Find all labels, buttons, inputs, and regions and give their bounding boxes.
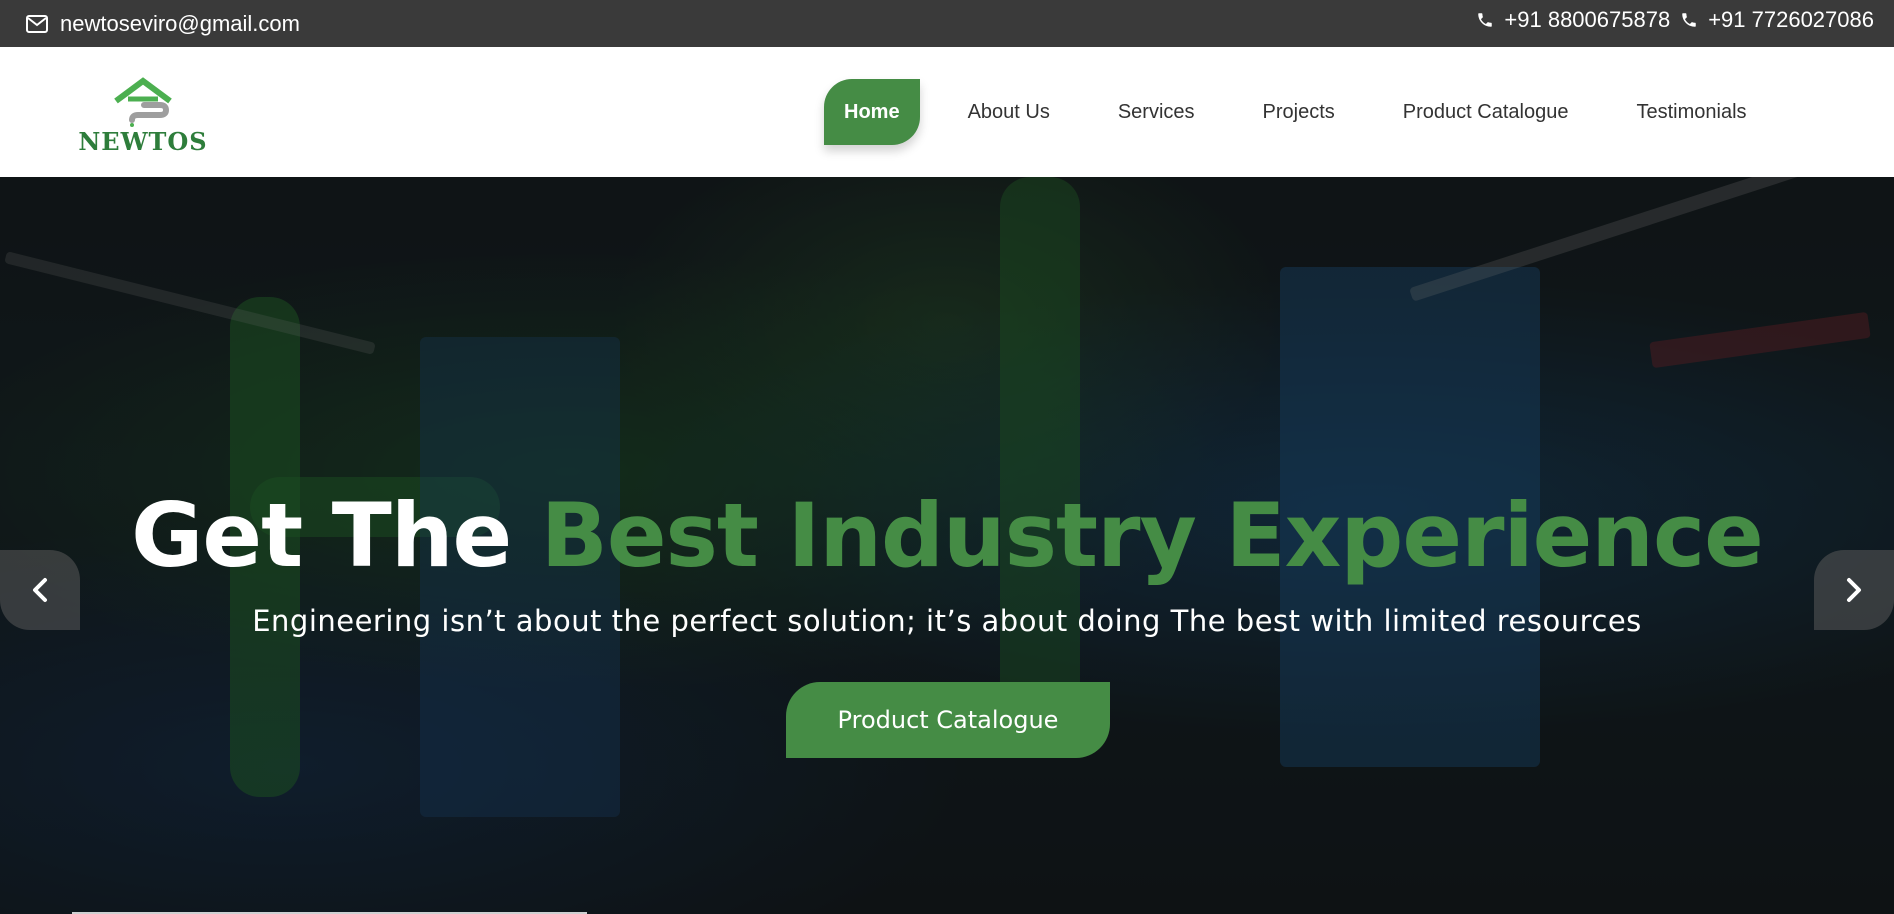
hero-title-green: Best Industry Experience bbox=[540, 484, 1764, 587]
phone-contact-2[interactable]: +91 7726027086 bbox=[1680, 7, 1874, 33]
nav-item-testimonials[interactable]: Testimonials bbox=[1602, 79, 1780, 145]
top-contact-bar: newtoseviro@gmail.com +91 8800675878 +91… bbox=[0, 0, 1894, 47]
email-text: newtoseviro@gmail.com bbox=[60, 10, 300, 36]
chevron-left-icon bbox=[30, 577, 50, 603]
main-navbar: NEWTOS Home About Us Services Projects P… bbox=[0, 47, 1894, 177]
phone-icon bbox=[1680, 11, 1698, 29]
nav-item-about-us[interactable]: About Us bbox=[934, 79, 1084, 145]
phone-text-2: +91 7726027086 bbox=[1708, 7, 1874, 32]
hero-title-white: Get The bbox=[131, 484, 541, 587]
nav-item-services[interactable]: Services bbox=[1084, 79, 1229, 145]
site-logo[interactable]: NEWTOS bbox=[78, 77, 208, 157]
email-contact[interactable]: newtoseviro@gmail.com bbox=[26, 0, 300, 47]
envelope-icon bbox=[26, 14, 48, 33]
hero-slider: Get The Best Industry Experience Enginee… bbox=[0, 177, 1894, 914]
phone-text-1: +91 8800675878 bbox=[1504, 7, 1671, 32]
chevron-right-icon bbox=[1844, 577, 1864, 603]
slider-prev-button[interactable] bbox=[0, 550, 80, 630]
logo-house-icon bbox=[114, 77, 172, 127]
phone-contacts: +91 8800675878 +91 7726027086 bbox=[1476, 0, 1874, 40]
nav-menu: Home About Us Services Projects Product … bbox=[824, 47, 1781, 177]
nav-item-projects[interactable]: Projects bbox=[1229, 79, 1369, 145]
logo-text: NEWTOS bbox=[78, 127, 208, 156]
phone-icon bbox=[1476, 11, 1494, 29]
nav-item-home[interactable]: Home bbox=[824, 79, 920, 145]
hero-title: Get The Best Industry Experience bbox=[0, 484, 1894, 587]
phone-contact-1[interactable]: +91 8800675878 bbox=[1476, 7, 1670, 33]
slider-next-button[interactable] bbox=[1814, 550, 1894, 630]
nav-item-product-catalogue[interactable]: Product Catalogue bbox=[1369, 79, 1603, 145]
hero-subtitle: Engineering isn’t about the perfect solu… bbox=[252, 604, 1642, 638]
product-catalogue-button[interactable]: Product Catalogue bbox=[786, 682, 1110, 758]
